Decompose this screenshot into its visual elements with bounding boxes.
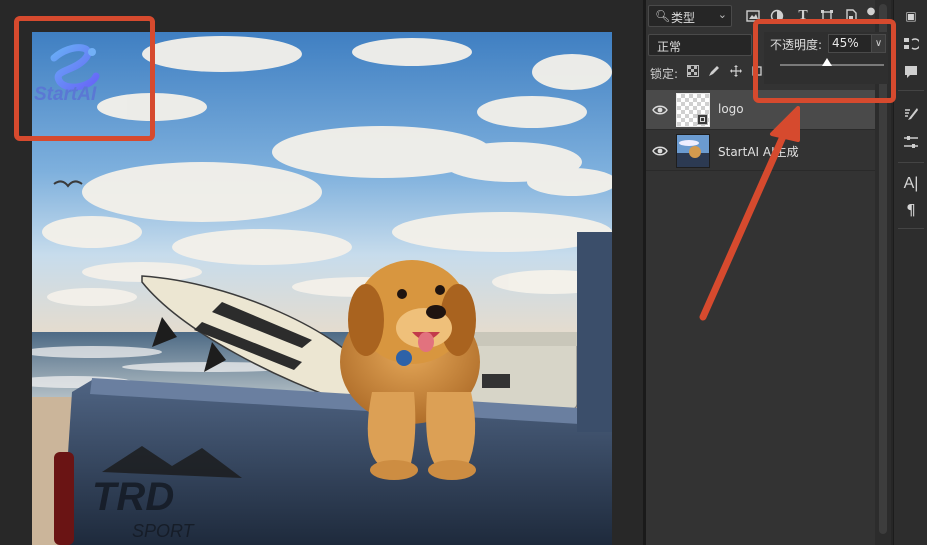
annotation-arrow	[699, 106, 800, 321]
